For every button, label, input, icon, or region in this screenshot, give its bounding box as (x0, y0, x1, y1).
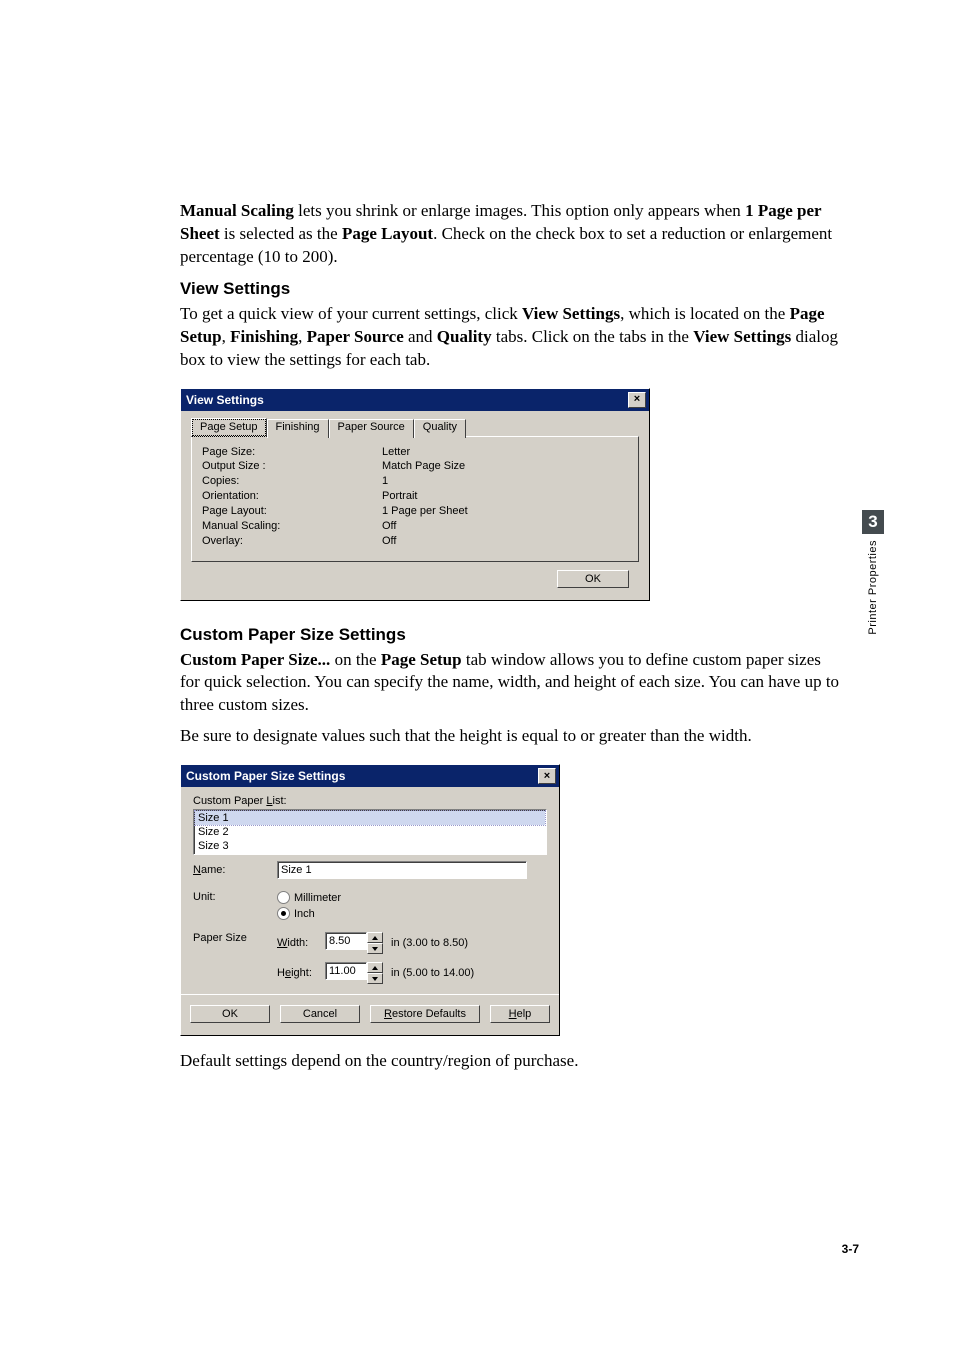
titlebar: View Settings × (181, 389, 649, 411)
para-default-settings: Default settings depend on the country/r… (180, 1050, 844, 1073)
name-input[interactable] (277, 861, 527, 879)
row-overlay: Overlay:Off (202, 534, 628, 549)
page: Manual Scaling lets you shrink or enlarg… (0, 0, 954, 1351)
list-item[interactable]: Size 1 (195, 811, 545, 825)
row-unit: Unit: Millimeter Inch (181, 885, 559, 926)
radio-inch[interactable]: Inch (277, 907, 341, 920)
bold-page-layout: Page Layout (342, 224, 433, 243)
para-custom-paper-2: Be sure to designate values such that th… (180, 725, 844, 748)
unit-label: Unit: (193, 891, 263, 903)
close-icon[interactable]: × (538, 768, 556, 784)
side-tab: 3 Printer Properties (862, 510, 884, 635)
width-stepper[interactable] (325, 932, 383, 954)
page-number: 3-7 (842, 1242, 859, 1256)
spin-down-icon[interactable] (367, 973, 383, 984)
para-manual-scaling: Manual Scaling lets you shrink or enlarg… (180, 200, 844, 269)
dialog-custom-paper-size: Custom Paper Size Settings × Custom Pape… (180, 764, 560, 1036)
row-page-size: Page Size:Letter (202, 445, 628, 460)
spin-up-icon[interactable] (367, 962, 383, 973)
radio-icon (277, 907, 290, 920)
cancel-button[interactable]: Cancel (280, 1005, 360, 1023)
height-range: in (5.00 to 14.00) (391, 967, 474, 979)
help-button[interactable]: Help (490, 1005, 550, 1023)
row-orientation: Orientation:Portrait (202, 489, 628, 504)
para-custom-paper: Custom Paper Size... on the Page Setup t… (180, 649, 844, 718)
close-icon[interactable]: × (628, 392, 646, 408)
tabstrip: Page Setup Finishing Paper Source Qualit… (181, 411, 649, 436)
row-page-layout: Page Layout:1 Page per Sheet (202, 504, 628, 519)
restore-defaults-button[interactable]: Restore Defaults (370, 1005, 480, 1023)
chapter-chip: 3 (862, 510, 884, 534)
tab-finishing[interactable]: Finishing (267, 419, 329, 438)
tab-body: Page Size:Letter Output Size :Match Page… (191, 436, 639, 562)
tab-page-setup[interactable]: Page Setup (191, 418, 267, 437)
list-item[interactable]: Size 2 (195, 825, 545, 839)
ok-button[interactable]: OK (557, 570, 629, 588)
dialog-view-settings: View Settings × Page Setup Finishing Pap… (180, 388, 650, 601)
height-input[interactable] (325, 962, 367, 980)
ok-button[interactable]: OK (190, 1005, 270, 1023)
width-range: in (3.00 to 8.50) (391, 937, 468, 949)
list-label: Custom Paper List: (181, 787, 559, 809)
side-label: Printer Properties (867, 540, 879, 635)
row-paper-size: Paper Size Width: in (3.00 to 8.50) Heig… (181, 926, 559, 990)
dialog-title: View Settings (186, 393, 264, 407)
radio-millimeter[interactable]: Millimeter (277, 891, 341, 904)
bold-manual-scaling: Manual Scaling (180, 201, 294, 220)
row-name: Name: (181, 855, 559, 885)
spin-down-icon[interactable] (367, 943, 383, 954)
button-row: OK (181, 562, 649, 600)
height-label: Height: (277, 967, 317, 979)
heading-view-settings: View Settings (180, 279, 844, 299)
radio-icon (277, 891, 290, 904)
titlebar: Custom Paper Size Settings × (181, 765, 559, 787)
spin-up-icon[interactable] (367, 932, 383, 943)
list-item[interactable]: Size 3 (195, 839, 545, 853)
button-row: OK Cancel Restore Defaults Help (181, 994, 559, 1035)
name-label: Name: (193, 864, 263, 876)
custom-paper-list[interactable]: Size 1 Size 2 Size 3 (193, 809, 547, 855)
width-label: Width: (277, 937, 317, 949)
heading-custom-paper-size: Custom Paper Size Settings (180, 625, 844, 645)
dialog-title: Custom Paper Size Settings (186, 769, 345, 783)
tab-quality[interactable]: Quality (414, 419, 466, 438)
tab-paper-source[interactable]: Paper Source (329, 419, 414, 438)
width-input[interactable] (325, 932, 367, 950)
row-output-size: Output Size :Match Page Size (202, 459, 628, 474)
row-manual-scaling: Manual Scaling:Off (202, 519, 628, 534)
paper-size-label: Paper Size (193, 932, 263, 944)
para-view-settings: To get a quick view of your current sett… (180, 303, 844, 372)
height-stepper[interactable] (325, 962, 383, 984)
row-copies: Copies:1 (202, 474, 628, 489)
